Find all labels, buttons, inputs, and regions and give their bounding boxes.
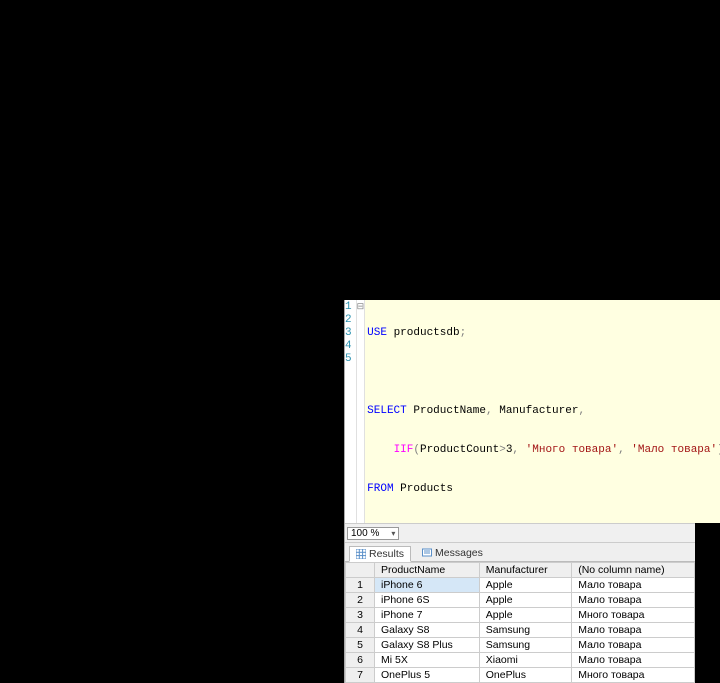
punct: , bbox=[512, 444, 519, 456]
editor-status-bar: 100 % ▾ bbox=[345, 523, 695, 542]
code-line: FROM Products bbox=[367, 483, 720, 496]
keyword-use: USE bbox=[367, 327, 387, 339]
column-header[interactable]: Manufacturer bbox=[479, 563, 571, 578]
identifier: ProductName bbox=[413, 405, 486, 417]
table-cell[interactable]: Много товара bbox=[572, 608, 695, 623]
tab-messages[interactable]: Messages bbox=[415, 545, 490, 561]
string-literal: 'Мало товара' bbox=[631, 444, 717, 456]
table-cell[interactable]: Galaxy S8 Plus bbox=[375, 638, 480, 653]
table-cell[interactable]: Apple bbox=[479, 593, 571, 608]
punct: ( bbox=[413, 444, 420, 456]
row-number-cell[interactable]: 3 bbox=[346, 608, 375, 623]
operator: > bbox=[499, 444, 506, 456]
tab-label: Results bbox=[369, 548, 404, 560]
punct: ; bbox=[460, 327, 467, 339]
ssms-query-window: 1 2 3 4 5 ⊟ USE productsdb; SELECT Produ… bbox=[344, 300, 695, 683]
line-number: 5 bbox=[345, 353, 352, 366]
code-line: IIF(ProductCount>3, 'Много товара', 'Мал… bbox=[367, 444, 720, 457]
table-cell[interactable]: Много товара bbox=[572, 668, 695, 683]
zoom-select[interactable]: 100 % ▾ bbox=[347, 527, 399, 540]
identifier: productsdb bbox=[394, 327, 460, 339]
row-number-cell[interactable]: 1 bbox=[346, 578, 375, 593]
table-row[interactable]: 4Galaxy S8SamsungМало товара bbox=[346, 623, 695, 638]
identifier: Products bbox=[400, 483, 453, 495]
line-number: 4 bbox=[345, 340, 352, 353]
table-cell[interactable]: Мало товара bbox=[572, 578, 695, 593]
results-grid[interactable]: ProductName Manufacturer (No column name… bbox=[345, 562, 695, 683]
table-cell[interactable]: Мало товара bbox=[572, 593, 695, 608]
identifier: Manufacturer bbox=[499, 405, 578, 417]
table-cell[interactable]: Мало товара bbox=[572, 638, 695, 653]
grid-icon bbox=[356, 549, 366, 559]
keyword-select: SELECT bbox=[367, 405, 407, 417]
row-number-cell[interactable]: 7 bbox=[346, 668, 375, 683]
sql-editor[interactable]: 1 2 3 4 5 ⊟ USE productsdb; SELECT Produ… bbox=[345, 300, 695, 523]
line-number: 2 bbox=[345, 314, 352, 327]
keyword-from: FROM bbox=[367, 483, 393, 495]
results-tabs: Results Messages bbox=[345, 542, 695, 562]
string-literal: 'Много товара' bbox=[526, 444, 618, 456]
table-header-row: ProductName Manufacturer (No column name… bbox=[346, 563, 695, 578]
punct: , bbox=[618, 444, 625, 456]
row-number-cell[interactable]: 6 bbox=[346, 653, 375, 668]
table-row[interactable]: 6Mi 5XXiaomiМало товара bbox=[346, 653, 695, 668]
fold-toggle-icon[interactable]: ⊟ bbox=[357, 301, 365, 314]
tab-label: Messages bbox=[435, 547, 483, 559]
table-cell[interactable]: OnePlus bbox=[479, 668, 571, 683]
line-number: 1 bbox=[345, 301, 352, 314]
table-cell[interactable]: Мало товара bbox=[572, 623, 695, 638]
table-cell[interactable]: iPhone 6S bbox=[375, 593, 480, 608]
code-line bbox=[367, 366, 720, 379]
table-row[interactable]: 5Galaxy S8 PlusSamsungМало товара bbox=[346, 638, 695, 653]
tab-results[interactable]: Results bbox=[349, 546, 411, 562]
code-line: USE productsdb; bbox=[367, 327, 720, 340]
punct: , bbox=[486, 405, 493, 417]
code-line: SELECT ProductName, Manufacturer, bbox=[367, 405, 720, 418]
function-iif: IIF bbox=[394, 444, 414, 456]
table-cell[interactable]: Samsung bbox=[479, 638, 571, 653]
zoom-value: 100 % bbox=[351, 528, 379, 539]
column-header[interactable]: (No column name) bbox=[572, 563, 695, 578]
table-cell[interactable]: Мало товара bbox=[572, 653, 695, 668]
table-cell[interactable]: iPhone 7 bbox=[375, 608, 480, 623]
code-fold-gutter: ⊟ bbox=[357, 300, 366, 523]
row-number-cell[interactable]: 2 bbox=[346, 593, 375, 608]
table-cell[interactable]: Apple bbox=[479, 578, 571, 593]
code-area[interactable]: USE productsdb; SELECT ProductName, Manu… bbox=[365, 300, 720, 523]
table-cell[interactable]: Xiaomi bbox=[479, 653, 571, 668]
results-table: ProductName Manufacturer (No column name… bbox=[345, 562, 695, 683]
table-cell[interactable]: OnePlus 5 bbox=[375, 668, 480, 683]
table-row[interactable]: 1iPhone 6AppleМало товара bbox=[346, 578, 695, 593]
table-row[interactable]: 2iPhone 6SAppleМало товара bbox=[346, 593, 695, 608]
row-number-cell[interactable]: 4 bbox=[346, 623, 375, 638]
punct: , bbox=[578, 405, 585, 417]
line-number: 3 bbox=[345, 327, 352, 340]
line-number-gutter: 1 2 3 4 5 bbox=[345, 300, 357, 523]
column-header[interactable]: ProductName bbox=[375, 563, 480, 578]
chevron-down-icon: ▾ bbox=[391, 529, 395, 538]
identifier: ProductCount bbox=[420, 444, 499, 456]
row-number-cell[interactable]: 5 bbox=[346, 638, 375, 653]
table-row[interactable]: 3iPhone 7AppleМного товара bbox=[346, 608, 695, 623]
corner-cell[interactable] bbox=[346, 563, 375, 578]
table-row[interactable]: 7OnePlus 5OnePlusМного товара bbox=[346, 668, 695, 683]
table-cell[interactable]: Galaxy S8 bbox=[375, 623, 480, 638]
table-cell[interactable]: iPhone 6 bbox=[375, 578, 480, 593]
table-cell[interactable]: Mi 5X bbox=[375, 653, 480, 668]
messages-icon bbox=[422, 548, 432, 558]
table-cell[interactable]: Samsung bbox=[479, 623, 571, 638]
table-cell[interactable]: Apple bbox=[479, 608, 571, 623]
